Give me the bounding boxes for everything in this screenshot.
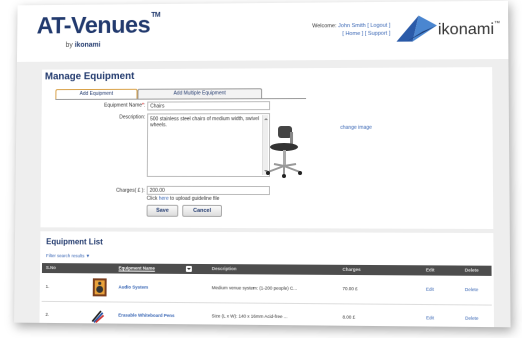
row-sno: 2.	[45, 311, 50, 317]
column-delete: Delete	[464, 267, 479, 273]
tab-divider	[55, 98, 307, 100]
save-button[interactable]: Save	[146, 204, 179, 217]
upload-prefix: Click	[146, 195, 159, 202]
trademark: TM	[151, 11, 161, 19]
description-label: Description:	[119, 114, 146, 121]
row-equipment-name[interactable]: Erasable Whiteboard Pens	[118, 313, 174, 319]
brand-title: AT-Venues	[36, 11, 151, 40]
logout-link[interactable]: [ Logout ]	[367, 23, 390, 29]
user-welcome: Welcome: John Smith [ Logout ] [ Home ] …	[270, 22, 390, 39]
table-row: 1. Audio System Medium venue system: (1-…	[42, 275, 492, 305]
upload-suffix: to upload guideline file	[168, 195, 220, 202]
row-description: Size (L x W): 140 x 16mm Acid-free ...	[211, 313, 288, 320]
row-delete-link[interactable]: Delete	[465, 316, 478, 321]
tab-add-equipment[interactable]: Add Equipment	[55, 88, 138, 99]
welcome-prefix: Welcome:	[312, 23, 337, 30]
logo-text: ikonami	[437, 20, 495, 39]
home-link[interactable]: [ Home ]	[342, 31, 363, 37]
row-equipment-name[interactable]: Audio System	[118, 285, 148, 290]
column-equipment-name[interactable]: Equipment Name	[119, 264, 155, 274]
equipment-list-panel: Equipment List Filter search results ▼ S…	[39, 231, 495, 328]
byline-company: ikonami	[74, 41, 101, 49]
tab-add-multiple-equipment[interactable]: Add Multiple Equipment	[137, 88, 263, 99]
charges-label: Charges( £ ):	[115, 187, 145, 194]
column-charges: Charges	[342, 266, 361, 273]
description-textarea[interactable]: 500 stainless steel chairs of medium wid…	[146, 113, 271, 178]
user-name-link[interactable]: John Smith	[338, 23, 366, 29]
ikonami-logo: ikonami™	[438, 21, 500, 39]
table-header: S.No Equipment Name Description Charges …	[41, 263, 492, 276]
cancel-button[interactable]: Cancel	[182, 204, 222, 217]
filter-search-results-link[interactable]: Filter search results ▼	[46, 253, 90, 258]
top-header: AT-VenuesTM by ikonami Welcome: John Smi…	[16, 0, 509, 62]
marker-pens-icon	[91, 306, 105, 324]
column-description: Description	[211, 266, 237, 272]
sort-dropdown-icon[interactable]	[185, 265, 192, 272]
logo-tm: ™	[493, 20, 501, 27]
speaker-icon	[92, 278, 107, 297]
row-charges: 8.00 £	[342, 314, 356, 320]
row-sno: 1.	[45, 283, 50, 289]
app-screen: AT-VenuesTM by ikonami Welcome: John Smi…	[14, 0, 511, 328]
row-delete-link[interactable]: Delete	[465, 287, 478, 292]
manage-equipment-panel: Manage Equipment Add Equipment Add Multi…	[40, 67, 494, 230]
upload-here-link[interactable]: here	[159, 196, 169, 202]
equipment-name-label-text: Equipment Name	[104, 102, 143, 109]
chair-image	[265, 125, 302, 178]
required-marker: *	[141, 102, 144, 109]
description-label-text: Description	[119, 114, 144, 121]
equipment-name-label: Equipment Name*:	[104, 102, 146, 109]
column-edit: Edit	[425, 267, 435, 273]
row-edit-link[interactable]: Edit	[426, 287, 434, 292]
description-text: 500 stainless steel chairs of medium wid…	[150, 116, 260, 129]
byline-prefix: by	[65, 41, 73, 49]
equipment-list-title: Equipment List	[46, 237, 103, 247]
row-description: Medium venue system: (1-200 people) C...	[211, 285, 298, 291]
brand-logo[interactable]: AT-VenuesTM	[37, 12, 161, 40]
column-sno: S.No	[45, 265, 56, 271]
upload-guideline-note: Click here to upload guideline file	[147, 196, 220, 202]
equipment-name-input[interactable]: Chairs	[147, 101, 271, 111]
row-edit-link[interactable]: Edit	[426, 315, 434, 320]
charges-input[interactable]: 200.00	[146, 185, 270, 196]
ikonami-bird-icon	[396, 15, 437, 42]
row-charges: 70.00 £	[342, 286, 358, 292]
change-image-link[interactable]: change image	[340, 125, 372, 131]
brand-byline: by ikonami	[66, 42, 101, 49]
support-link[interactable]: [ Support ]	[365, 31, 391, 37]
table-row: 2. Erasable Whiteboard Pens Size (L x W)…	[41, 303, 492, 327]
page-title: Manage Equipment	[44, 71, 135, 83]
